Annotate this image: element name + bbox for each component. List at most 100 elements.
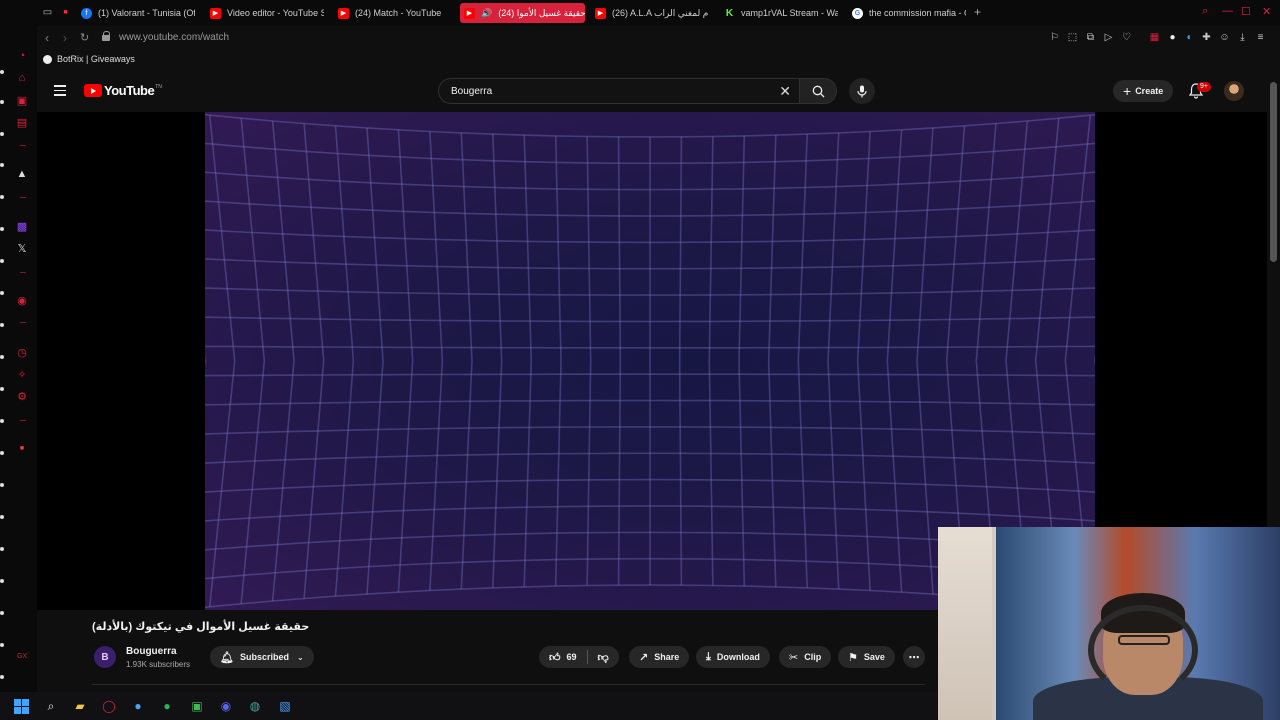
google-icon: G: [852, 7, 863, 19]
search-input[interactable]: Bougerra ✕: [438, 78, 799, 104]
settings-icon[interactable]: ⚙: [14, 388, 30, 404]
history-icon[interactable]: ◷: [14, 344, 30, 360]
more-actions-button[interactable]: ⋯: [903, 646, 925, 668]
gx-icon[interactable]: GX: [14, 648, 30, 664]
player-icon[interactable]: ◉: [14, 292, 30, 308]
spotify-icon[interactable]: ●: [158, 697, 176, 715]
twitch-icon[interactable]: ▩: [14, 218, 30, 234]
windows-taskbar: ⌕ ▰ ◯ ● ● ▣ ◉ ◍ ▧: [0, 692, 938, 720]
subscribed-button[interactable]: 🔔︎ Subscribed ⌄: [210, 646, 314, 668]
facebook-icon: f: [81, 7, 92, 19]
new-tab-button[interactable]: +: [974, 5, 981, 19]
aria-icon[interactable]: ◔: [14, 48, 30, 64]
lock-icon[interactable]: [102, 31, 111, 42]
channel-avatar[interactable]: B: [94, 646, 116, 668]
instagram-icon[interactable]: ▤: [14, 114, 30, 130]
file-explorer-icon[interactable]: ▰: [71, 697, 89, 715]
account-avatar[interactable]: [1224, 81, 1244, 101]
address-bar: ‹ › ↻ www.youtube.com/watch ⚐ ⬚ ⧉ ▷ ♡ ▦ …: [37, 26, 1280, 50]
discord-icon[interactable]: ◉: [217, 697, 235, 715]
url-field[interactable]: www.youtube.com/watch: [119, 32, 229, 43]
close-window-button[interactable]: ✕: [1262, 5, 1271, 18]
bookmark-botrix[interactable]: BotRix | Giveaways: [43, 54, 135, 64]
tab-video-editor[interactable]: ▶ Video editor - YouTube St: [206, 3, 324, 23]
play-icon[interactable]: ▷: [1103, 32, 1114, 43]
messenger-icon[interactable]: ▣: [14, 92, 30, 108]
download-button[interactable]: ⤓ Download: [696, 646, 770, 668]
create-button[interactable]: + Create: [1113, 80, 1174, 102]
youtube-sidebar-icon[interactable]: ■: [14, 440, 30, 456]
browser-taskbar-icon[interactable]: ◍: [246, 697, 264, 715]
thumbs-up-icon: 👍︎: [549, 651, 561, 664]
easy-setup-icon[interactable]: ≡: [1255, 32, 1266, 43]
search-tabs-icon[interactable]: ⌕: [1202, 5, 1208, 18]
youtube-logo[interactable]: YouTube TN: [84, 83, 162, 98]
save-button[interactable]: ⚑ Save: [838, 646, 895, 668]
page-scrollbar[interactable]: [1267, 70, 1280, 527]
tab-kick-stream[interactable]: K vamp1rVAL Stream - Wat: [720, 3, 838, 23]
minimize-button[interactable]: —: [1222, 5, 1233, 17]
voice-search-button[interactable]: [849, 78, 875, 104]
like-button[interactable]: 👍︎ 69 👎︎: [539, 646, 619, 668]
opera-sidebar: ◔ ⌂ ▣ ▤ ▲ ▩ 𝕏 ◉ ◷ ✧ ⚙ ■ GX: [0, 0, 37, 692]
video-details: حقيقة غسيل الأموال في تيكتوك (بالأدلة) B…: [37, 610, 940, 692]
botrix-icon: [43, 54, 52, 64]
clear-search-icon[interactable]: ✕: [779, 83, 791, 100]
workspaces-icon[interactable]: ▭: [41, 6, 54, 19]
browser-tab-bar: ▭ ■ f (1) Valorant - Tunisia (Offi ▶ Vid…: [0, 0, 1280, 26]
snipping-tool-icon[interactable]: ▧: [276, 697, 294, 715]
opera-gx-taskbar-icon[interactable]: ◯: [100, 697, 118, 715]
kick-icon: K: [725, 7, 734, 19]
youtube-play-icon: [84, 84, 102, 97]
downloads-icon[interactable]: ⤓: [1237, 32, 1248, 43]
wall-background: [938, 527, 992, 720]
snapshot-icon[interactable]: ⬚: [1067, 32, 1078, 43]
download-icon: ⤓: [706, 650, 711, 663]
windows-start-icon[interactable]: [12, 697, 30, 715]
shopping-icon[interactable]: ⌂: [14, 70, 30, 86]
share-button[interactable]: ↗ Share: [629, 646, 690, 668]
maximize-button[interactable]: ☐: [1241, 5, 1251, 18]
x-twitter-icon[interactable]: 𝕏: [14, 240, 30, 256]
account-icon[interactable]: ☺: [1219, 32, 1230, 43]
tab-active-video[interactable]: ▶ 🔊 (24) حقيقة غسيل الأموا: [460, 3, 585, 23]
heart-icon[interactable]: ♡: [1121, 32, 1132, 43]
tab-ala[interactable]: ▶ (26) A.L.A تام لمغني الراب: [591, 3, 709, 23]
extensions-icon[interactable]: ✧: [14, 366, 30, 382]
youtube-icon: ▶: [210, 7, 221, 19]
back-button[interactable]: ‹: [45, 31, 49, 45]
clip-button[interactable]: ✂ Clip: [779, 646, 832, 668]
forward-button[interactable]: ›: [63, 31, 67, 45]
profile-dot-icon[interactable]: ●: [1167, 32, 1178, 43]
youtube-icon: ▶: [338, 7, 349, 19]
pinned-tab-icon[interactable]: ■: [59, 6, 72, 19]
notification-badge: 9+: [1197, 82, 1211, 92]
video-popout-icon[interactable]: ⧉: [1085, 32, 1096, 43]
speaker-icon[interactable]: 🔊: [481, 8, 492, 19]
reload-button[interactable]: ↻: [80, 31, 89, 44]
search-button[interactable]: [799, 78, 837, 104]
thumbs-down-icon[interactable]: 👎︎: [598, 651, 609, 664]
youtube-header: YouTube TN Bougerra ✕ + Create 9+: [37, 70, 1267, 112]
webcam-overlay: [938, 527, 1280, 720]
excel-icon[interactable]: ▣: [188, 697, 206, 715]
tab-google[interactable]: G the commission mafia - G: [848, 3, 966, 23]
taskbar-search-icon[interactable]: ⌕: [42, 697, 60, 715]
scrollbar-thumb[interactable]: [1270, 82, 1277, 262]
audio-icon[interactable]: ◖: [1183, 32, 1194, 43]
extensions-puzzle-icon[interactable]: ✚: [1201, 32, 1212, 43]
youtube-icon: ▶: [464, 7, 475, 19]
menu-icon[interactable]: [54, 85, 66, 96]
app-taskbar-icon[interactable]: ●: [129, 697, 147, 715]
microphone-icon: [857, 85, 867, 97]
video-title: حقيقة غسيل الأموال في تيكتوك (بالأدلة): [92, 621, 310, 633]
tab-match[interactable]: ▶ (24) Match - YouTube: [334, 3, 452, 23]
divider: [92, 684, 925, 685]
tab-valorant[interactable]: f (1) Valorant - Tunisia (Offi: [77, 3, 195, 23]
channel-name[interactable]: Bouguerra: [126, 646, 177, 657]
bookmark-page-icon[interactable]: ⚐: [1049, 32, 1060, 43]
chatgpt-icon[interactable]: ▲: [14, 166, 30, 182]
subscriber-count: 1.93K subscribers: [126, 660, 191, 669]
plus-icon: +: [1123, 83, 1132, 99]
adblock-icon[interactable]: ▦: [1149, 32, 1160, 43]
